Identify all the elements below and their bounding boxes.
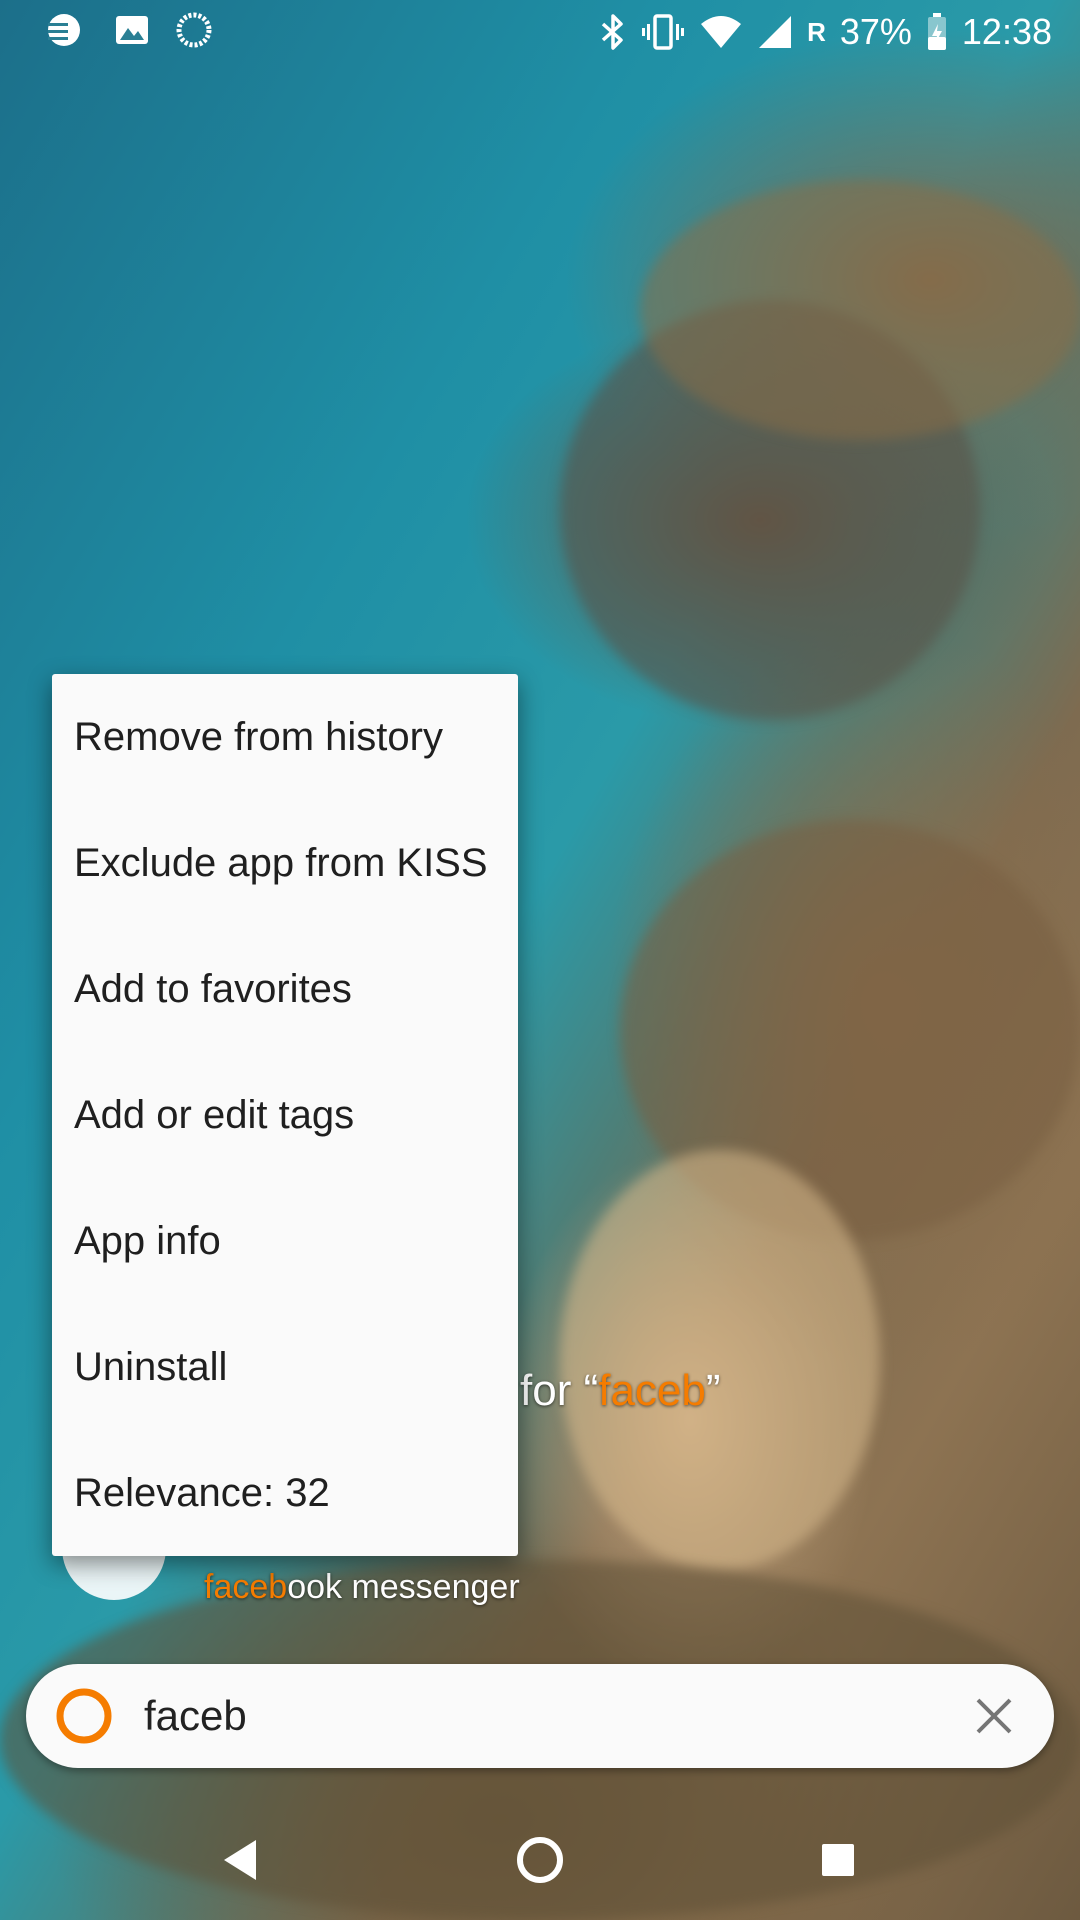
roaming-indicator: R [807, 16, 826, 47]
status-bar: R 37% 12:38 [0, 0, 1080, 64]
search-header-term: faceb [598, 1366, 706, 1415]
notification-icon [48, 14, 80, 46]
bluetooth-icon [601, 14, 623, 50]
menu-item-remove-from-history[interactable]: Remove from history [52, 674, 518, 800]
gallery-icon [116, 16, 148, 44]
search-bar [26, 1664, 1054, 1768]
vibrate-icon [642, 14, 685, 50]
wifi-icon [701, 16, 742, 48]
menu-item-exclude-app[interactable]: Exclude app from KISS [52, 800, 518, 926]
status-right: R 37% 12:38 [599, 8, 1052, 56]
home-icon[interactable] [510, 1830, 570, 1890]
context-menu: Remove from history Exclude app from KIS… [52, 674, 518, 1556]
home-screen: R 37% 12:38 for “faceb” facebook messeng… [0, 0, 1080, 1920]
loading-icon [176, 12, 212, 48]
menu-item-app-info[interactable]: App info [52, 1178, 518, 1304]
battery-percent: 37% [839, 11, 912, 52]
navigation-bar [0, 1800, 1080, 1920]
result-label-highlight: faceb [204, 1568, 288, 1606]
menu-item-add-to-favorites[interactable]: Add to favorites [52, 926, 518, 1052]
search-header-prefix: for “ [520, 1366, 599, 1415]
close-icon[interactable] [968, 1690, 1020, 1742]
menu-item-uninstall[interactable]: Uninstall [52, 1304, 518, 1430]
back-icon[interactable] [212, 1830, 272, 1890]
search-results-header: for “faceb” [520, 1366, 721, 1416]
result-label-rest: ook messenger [287, 1568, 520, 1606]
kiss-logo-icon[interactable] [54, 1686, 114, 1746]
signal-icon [759, 16, 792, 48]
menu-item-relevance: Relevance: 32 [74, 1470, 330, 1515]
recents-icon[interactable] [808, 1830, 868, 1890]
wallpaper-sand [560, 1150, 880, 1570]
search-header-suffix: ” [705, 1366, 721, 1415]
menu-item-add-or-edit-tags[interactable]: Add or edit tags [52, 1052, 518, 1178]
wallpaper-rock [640, 180, 1080, 440]
search-input[interactable] [144, 1686, 964, 1746]
clock: 12:38 [961, 11, 1052, 52]
result-label: facebook messenger [204, 1568, 520, 1607]
battery-icon [927, 13, 946, 50]
